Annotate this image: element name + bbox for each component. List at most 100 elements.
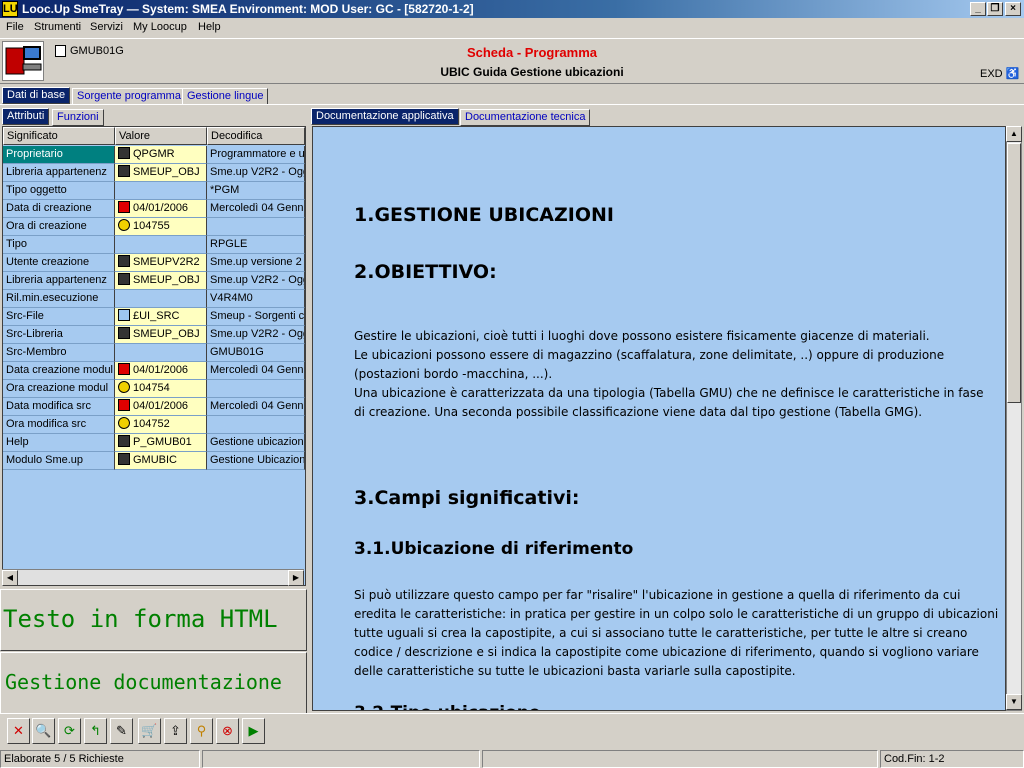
title-bar[interactable]: LU Looc.Up SmeTray — System: SMEA Enviro… — [0, 0, 1024, 18]
horizontal-scrollbar[interactable]: ◀ ▶ — [2, 569, 304, 586]
cell-valore[interactable] — [115, 236, 207, 254]
cell-valore[interactable]: 04/01/2006 — [115, 200, 207, 218]
cart-icon[interactable]: 🛒 — [138, 718, 161, 744]
cell-decodifica[interactable]: Sme.up versione 2 ri — [207, 254, 305, 272]
html-text-button[interactable]: Testo in forma HTML — [0, 589, 307, 651]
cell-decodifica[interactable]: Sme.up V2R2 - Ogg — [207, 326, 305, 344]
table-row[interactable]: Libreria appartenenz SMEUP_OBJ Sme.up V2R2… — [3, 272, 305, 290]
tab-funzioni[interactable]: Funzioni — [52, 109, 104, 126]
cell-significato[interactable]: Data modifica src — [3, 398, 115, 416]
cell-significato[interactable]: Utente creazione — [3, 254, 115, 272]
cell-decodifica[interactable]: GMUB01G — [207, 344, 305, 362]
table-row[interactable]: Ora di creazione 104755 — [3, 218, 305, 236]
table-row[interactable]: Ril.min.esecuzione V4R4M0 — [3, 290, 305, 308]
find-icon[interactable]: ⚲ — [190, 718, 213, 744]
cell-valore[interactable]: £UI_SRC — [115, 308, 207, 326]
documentation-viewer[interactable]: 1.GESTIONE UBICAZIONI 2.OBIETTIVO: Gesti… — [312, 126, 1006, 711]
table-row[interactable]: Tipo RPGLE — [3, 236, 305, 254]
tab-gestione-lingue[interactable]: Gestione lingue — [182, 88, 269, 105]
cell-decodifica[interactable] — [207, 416, 305, 434]
vertical-scrollbar[interactable]: ▲ ▼ — [1006, 126, 1022, 711]
search-icon[interactable]: 🔍 — [32, 718, 55, 744]
cell-significato[interactable]: Ora di creazione — [3, 218, 115, 236]
cell-decodifica[interactable]: Mercoledì 04 Genna — [207, 362, 305, 380]
table-row[interactable]: Data di creazione 04/01/2006 Mercoledì 04 … — [3, 200, 305, 218]
cell-significato[interactable]: Src-File — [3, 308, 115, 326]
tab-attributi[interactable]: Attributi — [2, 108, 50, 125]
table-row[interactable]: Tipo oggetto *PGM — [3, 182, 305, 200]
cell-valore[interactable]: 04/01/2006 — [115, 362, 207, 380]
cell-decodifica[interactable]: Gestione ubicazioni — [207, 434, 305, 452]
cell-decodifica[interactable]: Mercoledì 04 Genna — [207, 200, 305, 218]
tab-documentazione-applicativa[interactable]: Documentazione applicativa — [311, 108, 459, 125]
table-row[interactable]: Ora modifica src 104752 — [3, 416, 305, 434]
cell-decodifica[interactable]: RPGLE — [207, 236, 305, 254]
menu-my-loocup[interactable]: My Loocup — [133, 21, 187, 33]
cell-significato[interactable]: Libreria appartenenz — [3, 272, 115, 290]
tab-sorgente-programma[interactable]: Sorgente programma — [72, 88, 186, 105]
scroll-right-icon[interactable]: ▶ — [288, 570, 304, 586]
table-row[interactable]: Data modifica src 04/01/2006 Mercoledì 04 … — [3, 398, 305, 416]
tab-dati-di-base[interactable]: Dati di base — [2, 87, 71, 104]
cell-decodifica[interactable]: Mercoledì 04 Genna — [207, 398, 305, 416]
cell-significato[interactable]: Ora modifica src — [3, 416, 115, 434]
export-icon[interactable]: ⇪ — [164, 718, 187, 744]
cell-valore[interactable]: SMEUP_OBJ — [115, 272, 207, 290]
cell-valore[interactable]: QPGMR — [115, 146, 207, 164]
cell-valore[interactable]: SMEUP_OBJ — [115, 164, 207, 182]
cell-valore[interactable]: SMEUPV2R2 — [115, 254, 207, 272]
table-row[interactable]: Proprietario QPGMR Programmatore e ute — [3, 146, 305, 164]
cell-decodifica[interactable] — [207, 380, 305, 398]
play-icon[interactable]: ▶ — [242, 718, 265, 744]
table-row[interactable]: Modulo Sme.up GMUBIC Gestione Ubicazioni — [3, 452, 305, 470]
cell-decodifica[interactable]: Programmatore e ute — [207, 146, 305, 164]
tab-documentazione-tecnica[interactable]: Documentazione tecnica — [460, 109, 591, 126]
cell-significato[interactable]: Tipo oggetto — [3, 182, 115, 200]
cell-valore[interactable] — [115, 182, 207, 200]
cell-significato[interactable]: Data di creazione — [3, 200, 115, 218]
cell-significato[interactable]: Src-Membro — [3, 344, 115, 362]
cell-valore[interactable]: 104754 — [115, 380, 207, 398]
cell-valore[interactable] — [115, 344, 207, 362]
cell-decodifica[interactable]: *PGM — [207, 182, 305, 200]
cell-significato[interactable]: Modulo Sme.up — [3, 452, 115, 470]
back-icon[interactable]: ↰ — [84, 718, 107, 744]
restore-icon[interactable]: ❐ — [987, 2, 1003, 16]
cell-decodifica[interactable]: Sme.up V2R2 - Ogg — [207, 164, 305, 182]
cell-decodifica[interactable]: Smeup - Sorgenti co — [207, 308, 305, 326]
table-row[interactable]: Src-Libreria SMEUP_OBJ Sme.up V2R2 - Ogg — [3, 326, 305, 344]
cell-decodifica[interactable] — [207, 218, 305, 236]
column-header-valore[interactable]: Valore — [115, 127, 207, 145]
table-row[interactable]: Src-Membro GMUB01G — [3, 344, 305, 362]
cell-valore[interactable]: P_GMUB01 — [115, 434, 207, 452]
cell-decodifica[interactable]: V4R4M0 — [207, 290, 305, 308]
column-header-decodifica[interactable]: Decodifica — [207, 127, 305, 145]
edit-icon[interactable]: ✎ — [110, 718, 133, 744]
scroll-thumb[interactable] — [1007, 143, 1021, 403]
doc-management-button[interactable]: Gestione documentazione — [0, 652, 307, 714]
menu-file[interactable]: File — [6, 21, 24, 33]
menu-servizi[interactable]: Servizi — [90, 21, 123, 33]
close-window-icon[interactable]: × — [1005, 2, 1021, 16]
cell-significato[interactable]: Libreria appartenenz — [3, 164, 115, 182]
cell-valore[interactable] — [115, 290, 207, 308]
minimize-icon[interactable]: _ — [970, 2, 986, 16]
menu-help[interactable]: Help — [198, 21, 221, 33]
table-row[interactable]: Utente creazione SMEUPV2R2 Sme.up versione… — [3, 254, 305, 272]
scroll-down-icon[interactable]: ▼ — [1006, 694, 1022, 710]
cell-valore[interactable]: 04/01/2006 — [115, 398, 207, 416]
stop-icon[interactable]: ⊗ — [216, 718, 239, 744]
scroll-up-icon[interactable]: ▲ — [1006, 126, 1022, 142]
cell-significato[interactable]: Src-Libreria — [3, 326, 115, 344]
cell-decodifica[interactable]: Gestione Ubicazioni — [207, 452, 305, 470]
cell-valore[interactable]: SMEUP_OBJ — [115, 326, 207, 344]
cell-significato[interactable]: Data creazione modul — [3, 362, 115, 380]
cell-significato[interactable]: Ora creazione modul — [3, 380, 115, 398]
table-row[interactable]: Data creazione modul 04/01/2006 Mercoledì … — [3, 362, 305, 380]
close-icon[interactable]: ✕ — [7, 718, 30, 744]
cell-significato[interactable]: Tipo — [3, 236, 115, 254]
scroll-left-icon[interactable]: ◀ — [2, 570, 18, 586]
cell-significato[interactable]: Proprietario — [3, 146, 115, 164]
cell-valore[interactable]: 104752 — [115, 416, 207, 434]
table-row[interactable]: Ora creazione modul 104754 — [3, 380, 305, 398]
